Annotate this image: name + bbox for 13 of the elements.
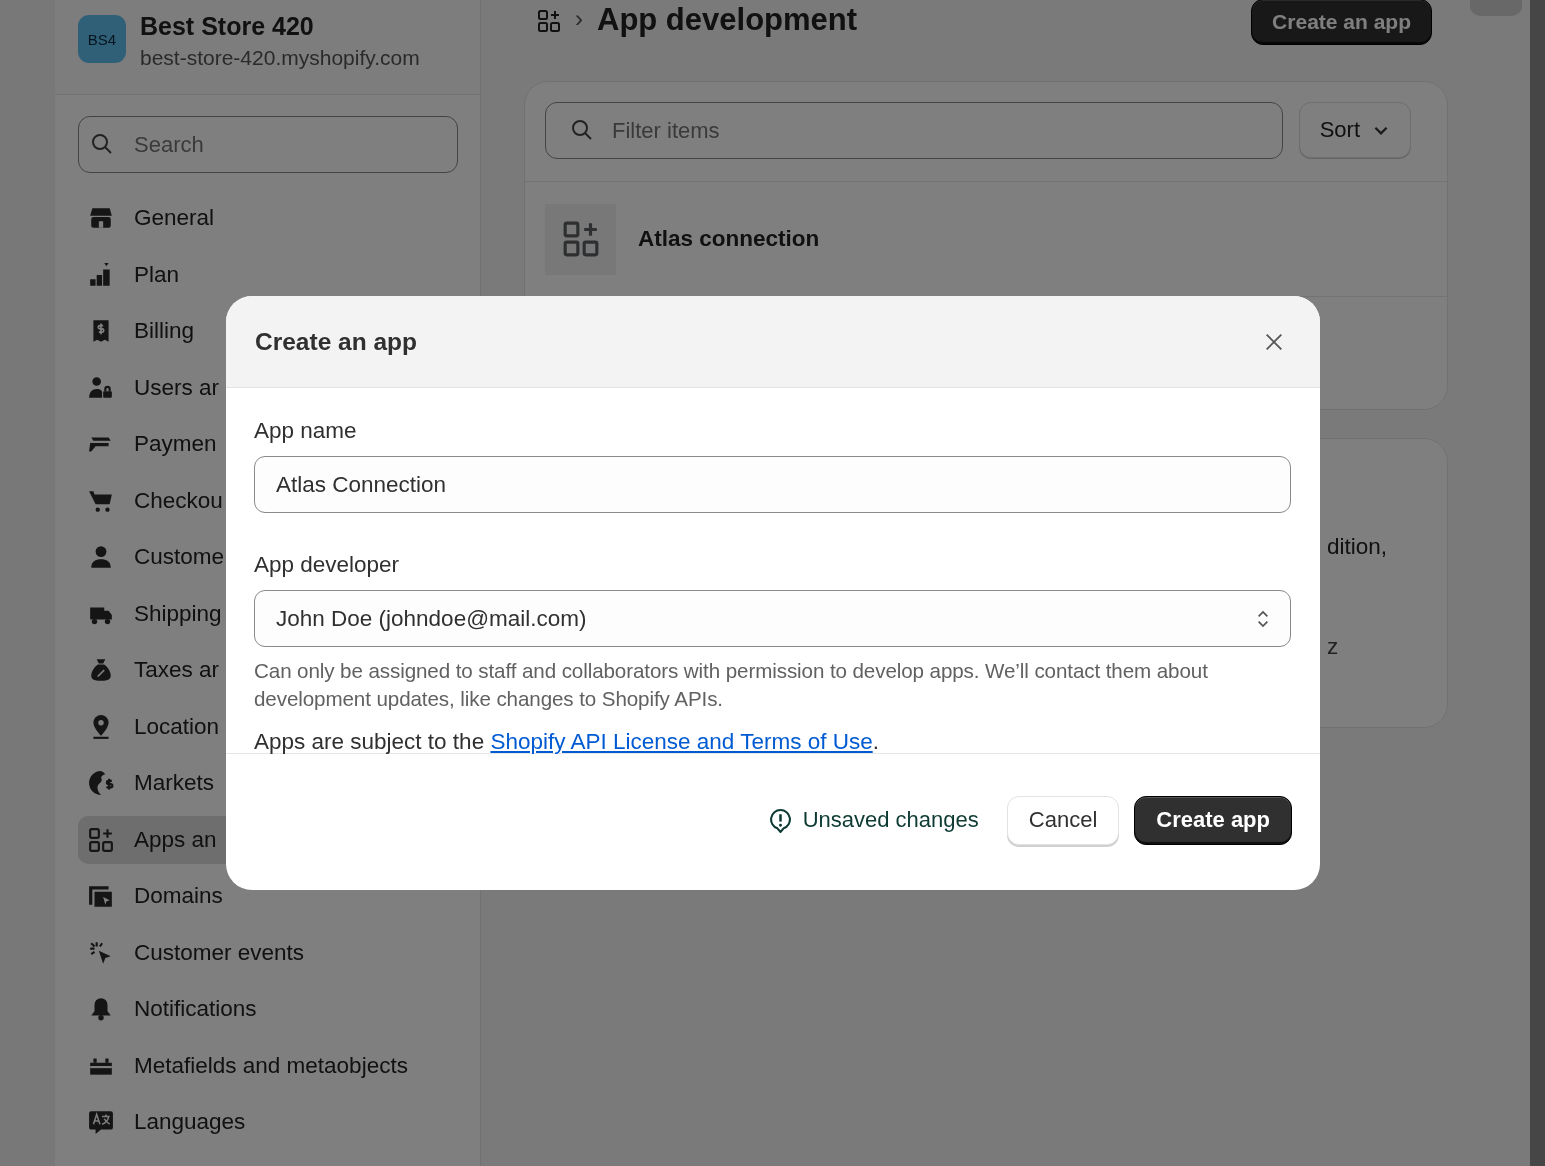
field-label: App developer (254, 552, 401, 578)
store-avatar: BS4 (78, 15, 126, 63)
unsaved-status: Unsaved changes (802, 807, 979, 833)
card-text: dition, (1327, 534, 1388, 560)
field-label: App name (254, 418, 358, 444)
help-text: Can only be assigned to staff and collaborators with permission to develop apps. We’ll contact them about development updates, like changes to Shopify APIs. (254, 658, 1209, 712)
page-title: App development (597, 1, 858, 38)
dialog-title: Create an app (255, 327, 419, 356)
breadcrumb-separator: › (575, 4, 583, 33)
store-domain: best-store-420.myshopify.com (140, 46, 420, 70)
store-name: Best Store 420 (140, 12, 315, 40)
terms-text: Apps are subject to the Shopify API License and Terms of Use. (254, 729, 880, 755)
card-text: z (1327, 634, 1339, 660)
